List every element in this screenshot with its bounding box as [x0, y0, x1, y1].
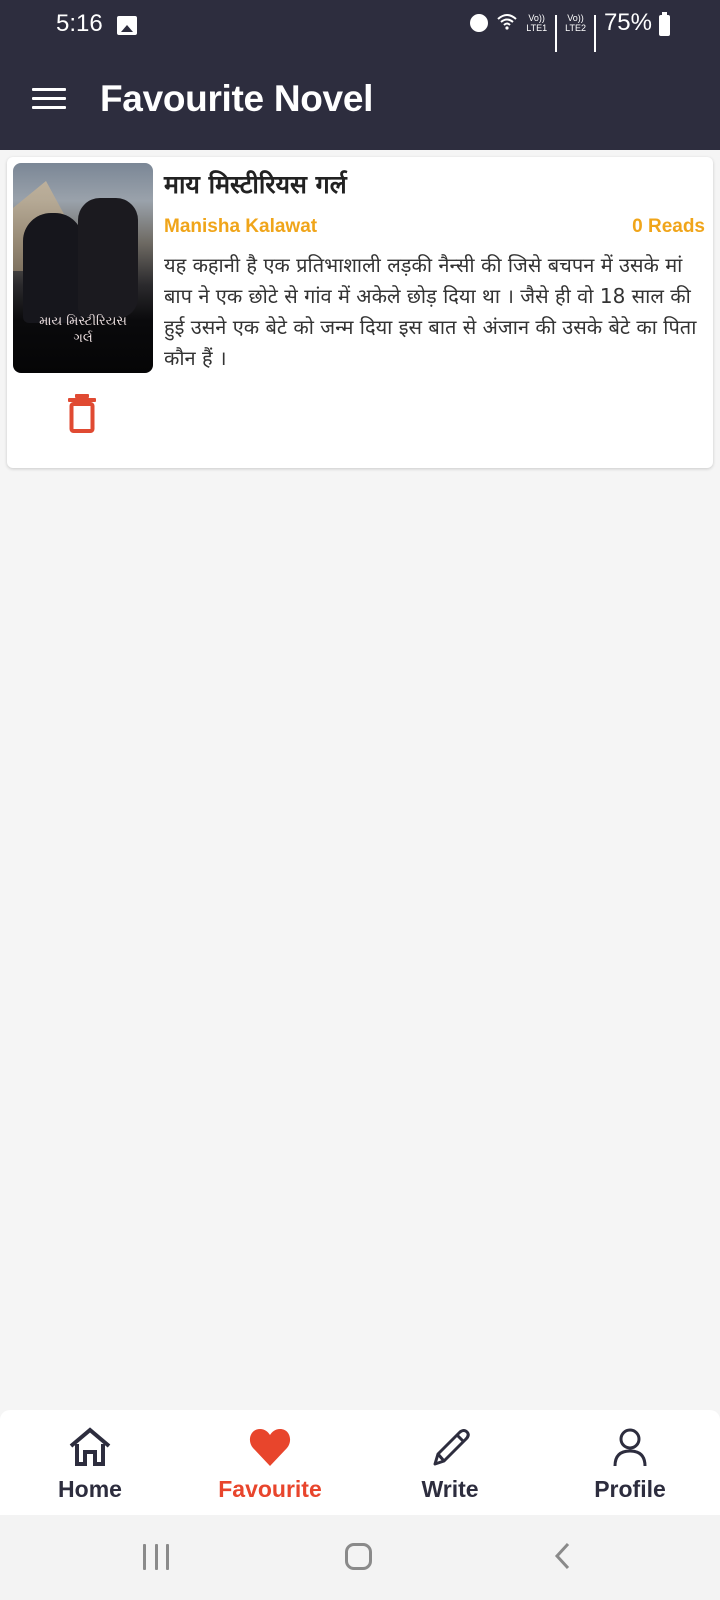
- cover-title-line-1: માય મિસ્ટીરિયસ: [39, 314, 127, 329]
- delete-favourite-button[interactable]: [65, 393, 99, 435]
- novel-title[interactable]: माय मिस्टीरियस गर्ल: [164, 167, 347, 201]
- battery-percent: 75%: [603, 9, 652, 36]
- lte1-label: Vo)) LTE1: [526, 13, 547, 33]
- lte2-signal-icon: [593, 15, 596, 55]
- novel-cover-image[interactable]: માય મિસ્ટીરિયસ ગર્લ: [13, 163, 153, 373]
- trash-icon: [68, 394, 96, 433]
- system-back-button[interactable]: [548, 1541, 578, 1571]
- cover-title: માય મિસ્ટીરિયસ ગર્લ: [13, 313, 153, 347]
- system-home-button[interactable]: [345, 1543, 372, 1570]
- back-chevron-icon: [554, 1542, 570, 1570]
- lte2-label: Vo)) LTE2: [565, 13, 586, 33]
- lte2-volte-label: Vo)): [567, 13, 584, 23]
- alarm-icon: [470, 14, 489, 32]
- gallery-icon: [117, 16, 137, 35]
- cover-figure-man: [23, 213, 83, 323]
- system-nav-bar: [0, 1515, 720, 1600]
- nav-label-home: Home: [58, 1476, 122, 1502]
- home-icon: [69, 1427, 111, 1466]
- novel-description: यह कहानी है एक प्रतिभाशाली लड़की नैन्सी …: [164, 253, 697, 370]
- user-icon: [613, 1428, 647, 1467]
- lte1-volte-label: Vo)): [528, 13, 545, 23]
- recent-apps-button[interactable]: [143, 1544, 169, 1570]
- nav-item-profile[interactable]: Profile: [540, 1410, 720, 1515]
- battery-icon: [659, 12, 670, 36]
- status-icons: Vo)) LTE1 Vo)) LTE2 75%: [470, 9, 652, 55]
- nav-label-favourite: Favourite: [218, 1476, 322, 1502]
- status-bar: 5:16 Vo)) LTE1 Vo)) LTE2 75%: [0, 0, 720, 55]
- novel-card[interactable]: માય મિસ્ટીરિયસ ગર્લ माय मिस्टीरियस गर्ल …: [7, 157, 713, 468]
- pencil-icon: [433, 1429, 470, 1466]
- nav-label-profile: Profile: [594, 1476, 666, 1502]
- page-title: Favourite Novel: [100, 78, 374, 119]
- novel-reads-count: 0 Reads: [632, 216, 705, 237]
- nav-item-favourite[interactable]: Favourite: [180, 1410, 360, 1515]
- status-time: 5:16: [56, 10, 103, 37]
- cover-title-line-2: ગર્લ: [73, 331, 93, 346]
- bottom-nav: Home Favourite Write Profile: [0, 1410, 720, 1515]
- nav-item-home[interactable]: Home: [0, 1410, 180, 1515]
- hamburger-menu-icon[interactable]: [32, 88, 66, 110]
- nav-label-write: Write: [421, 1476, 479, 1502]
- lte1-signal-icon: [555, 15, 558, 55]
- nav-item-write[interactable]: Write: [360, 1410, 540, 1515]
- heart-icon: [249, 1429, 291, 1466]
- lte1-network-label: LTE1: [526, 23, 548, 33]
- app-bar: Favourite Novel: [0, 52, 720, 150]
- lte2-network-label: LTE2: [565, 23, 586, 33]
- wifi-icon: [496, 12, 518, 35]
- novel-author: Manisha Kalawat: [164, 216, 318, 237]
- cover-figure-woman: [78, 198, 138, 318]
